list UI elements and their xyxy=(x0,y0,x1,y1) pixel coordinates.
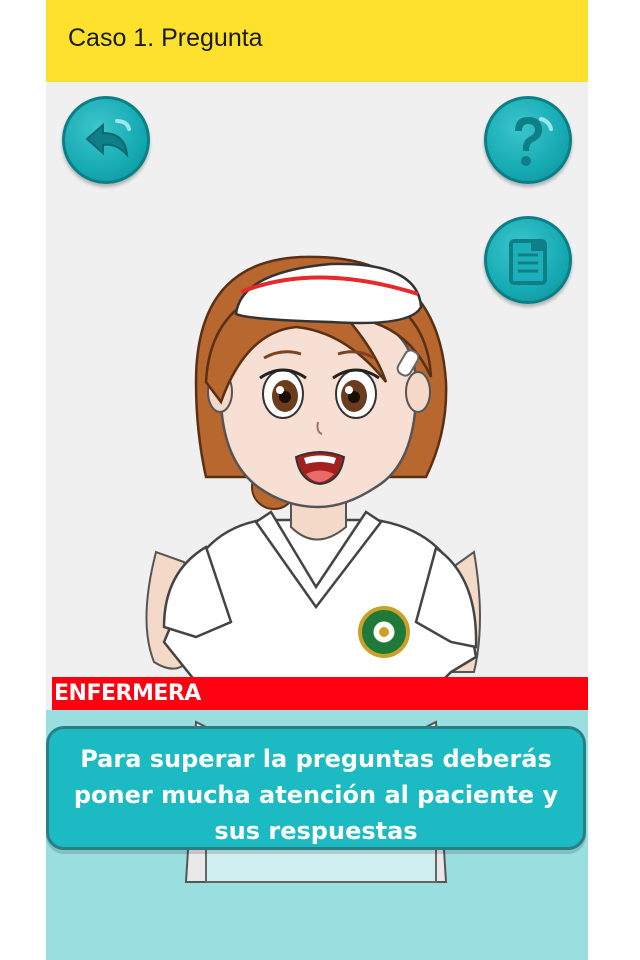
dialog-text: Para superar la preguntas deberás poner … xyxy=(73,745,559,845)
question-mark-icon xyxy=(515,117,553,166)
top-app-bar: Caso 1. Pregunta xyxy=(46,0,588,82)
speaker-name-bar: ENFERMERA xyxy=(52,677,588,710)
back-button[interactable] xyxy=(62,96,150,184)
back-arrow-icon xyxy=(85,119,131,159)
notes-button[interactable] xyxy=(484,216,572,304)
page-title: Caso 1. Pregunta xyxy=(68,24,263,52)
help-button[interactable] xyxy=(484,96,572,184)
notepad-icon xyxy=(509,239,547,285)
dialog-box[interactable]: Para superar la preguntas deberás poner … xyxy=(46,726,586,850)
speaker-name: ENFERMERA xyxy=(54,681,201,706)
app-screen: Caso 1. Pregunta ENFERMERA Para superar … xyxy=(46,0,588,960)
